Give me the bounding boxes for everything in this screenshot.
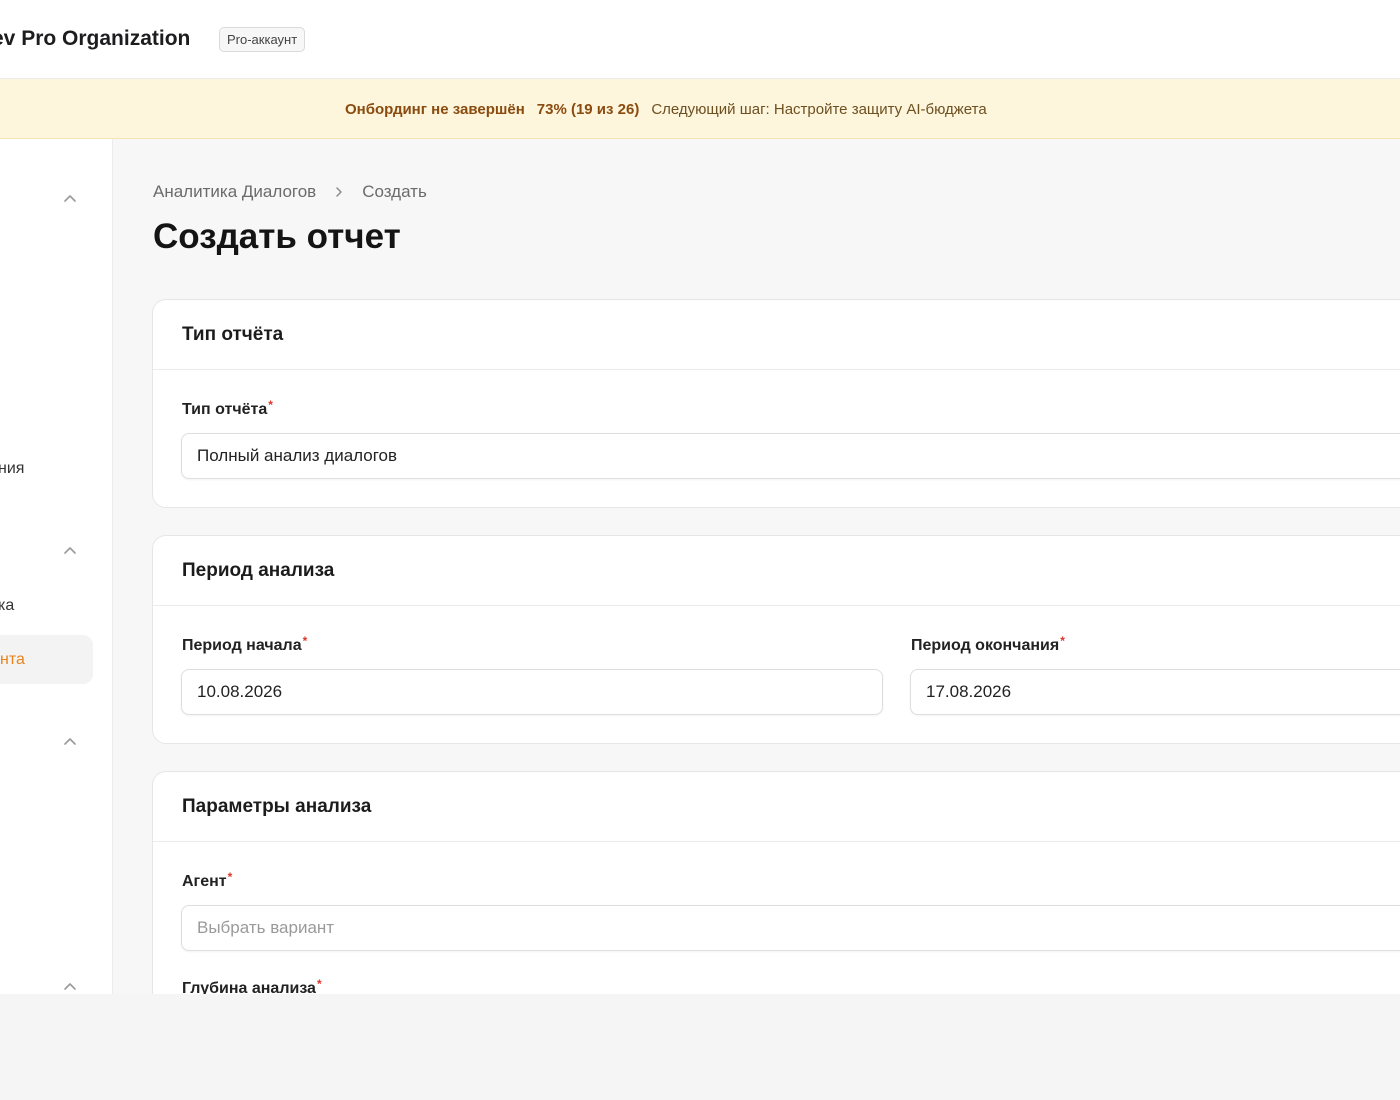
main-content: Аналитика Диалогов Создать Создать отчет… [113, 139, 1400, 994]
organization-name[interactable]: ev Pro Organization [0, 27, 190, 51]
chevron-up-icon[interactable] [62, 543, 78, 559]
sidebar-item-active[interactable]: нта [0, 651, 25, 669]
onboarding-progress: 73% (19 из 26) [536, 100, 640, 118]
pro-account-badge: Pro-аккаунт [219, 27, 306, 52]
analysis-depth-label: Глубина анализа* [182, 977, 322, 994]
breadcrumb-parent[interactable]: Аналитика Диалогов [153, 182, 316, 202]
chevron-up-icon[interactable] [62, 191, 78, 207]
period-end-input[interactable]: 17.08.2026 [910, 669, 1400, 715]
sidebar: ния ка нта [0, 139, 113, 994]
sidebar-item[interactable]: ка [0, 597, 14, 615]
chevron-up-icon[interactable] [62, 979, 78, 994]
onboarding-banner[interactable]: Онбординг не завершён 73% (19 из 26) Сле… [0, 79, 1400, 139]
agent-label: Агент* [182, 870, 233, 890]
breadcrumb-current: Создать [362, 182, 427, 201]
required-mark: * [227, 870, 233, 884]
params-section-title: Параметры анализа [153, 772, 1400, 842]
required-mark: * [268, 398, 273, 412]
period-card: Период анализа Период начала* 10.08.2026… [152, 535, 1400, 744]
page-title: Создать отчет [153, 217, 401, 256]
below-viewport-area [0, 994, 1400, 1100]
required-mark: * [1060, 634, 1065, 648]
report-type-select[interactable]: Полный анализ диалогов [181, 433, 1400, 479]
report-type-section-title: Тип отчёта [153, 300, 1400, 370]
onboarding-next-step[interactable]: Следующий шаг: Настройте защиту AI-бюдже… [651, 101, 986, 118]
top-bar: ev Pro Organization Pro-аккаунт [0, 0, 1400, 79]
params-card: Параметры анализа Агент* Выбрать вариант… [152, 771, 1400, 994]
app-viewport: ev Pro Organization Pro-аккаунт Онбордин… [0, 0, 1400, 994]
period-start-input[interactable]: 10.08.2026 [181, 669, 883, 715]
period-start-label: Период начала* [182, 634, 308, 654]
report-type-card: Тип отчёта Тип отчёта* Полный анализ диа… [152, 299, 1400, 508]
required-mark: * [302, 634, 308, 648]
chevron-right-icon [332, 185, 346, 199]
period-section-title: Период анализа [153, 536, 1400, 606]
report-type-label: Тип отчёта* [182, 398, 273, 418]
breadcrumb: Аналитика Диалогов Создать [153, 182, 427, 202]
sidebar-item[interactable]: ния [0, 460, 24, 478]
required-mark: * [316, 977, 322, 991]
period-end-label: Период окончания* [911, 634, 1065, 654]
agent-select[interactable]: Выбрать вариант [181, 905, 1400, 951]
onboarding-title: Онбординг не завершён [345, 100, 525, 118]
chevron-up-icon[interactable] [62, 734, 78, 750]
